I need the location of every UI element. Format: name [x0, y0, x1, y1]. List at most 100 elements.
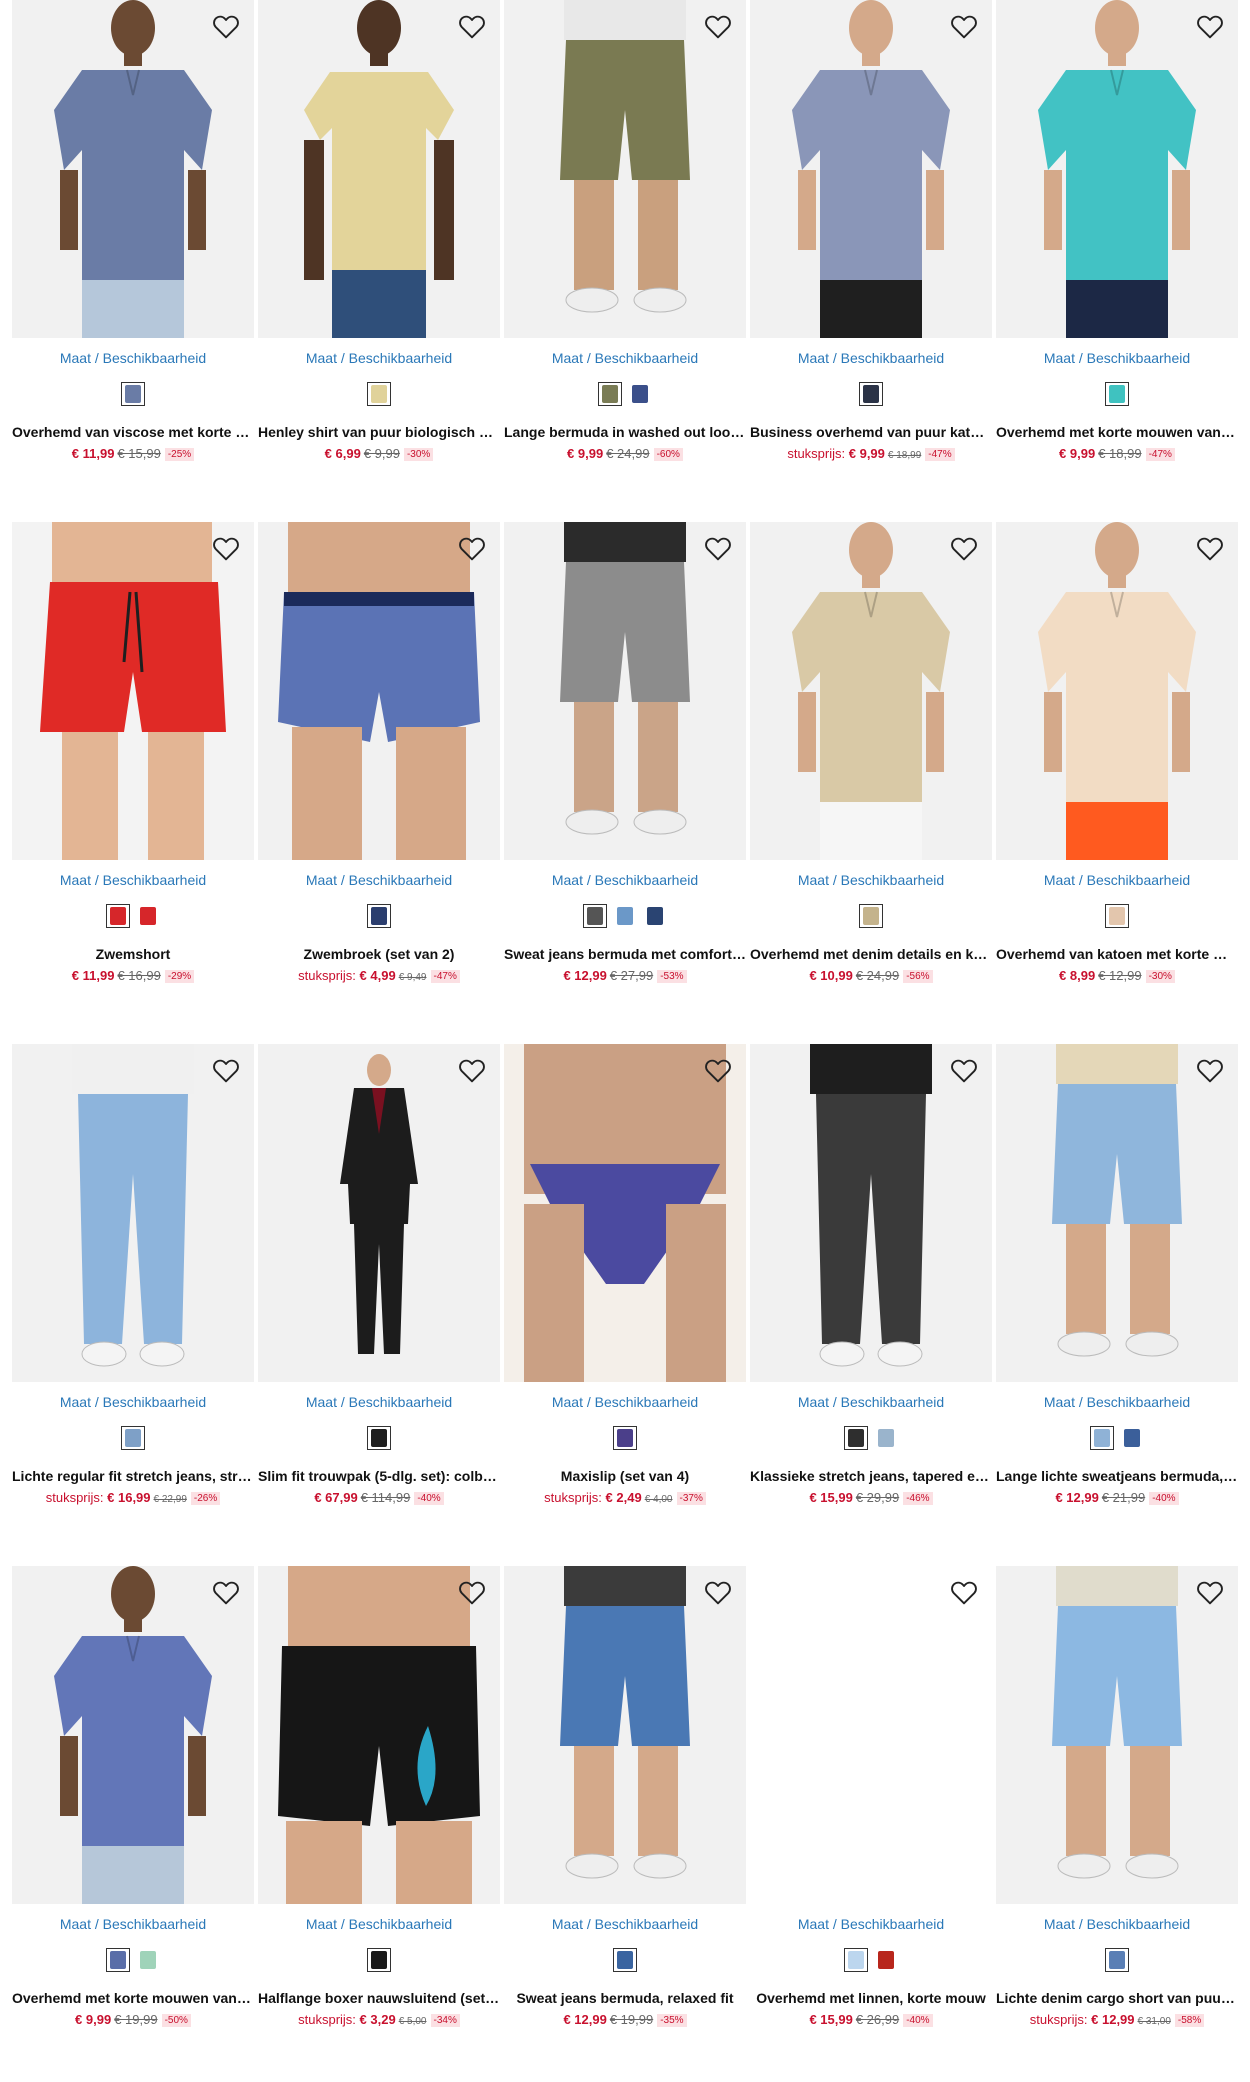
- product-image[interactable]: [12, 0, 254, 338]
- color-swatch[interactable]: [136, 904, 160, 928]
- wishlist-heart-icon[interactable]: [210, 1054, 242, 1086]
- color-swatch[interactable]: [367, 904, 391, 928]
- product-image[interactable]: [258, 1044, 500, 1382]
- size-availability-link[interactable]: Maat / Beschikbaarheid: [750, 872, 992, 888]
- color-swatch[interactable]: [1105, 1948, 1129, 1972]
- color-swatch[interactable]: [859, 904, 883, 928]
- product-title[interactable]: Zwemshort: [12, 946, 254, 962]
- product-title[interactable]: Overhemd met korte mouwen van katoen: [996, 424, 1238, 440]
- size-availability-link[interactable]: Maat / Beschikbaarheid: [996, 1916, 1238, 1932]
- color-swatch[interactable]: [844, 1948, 868, 1972]
- product-title[interactable]: Maxislip (set van 4): [504, 1468, 746, 1484]
- product-title[interactable]: Lichte denim cargo short van puur katoen: [996, 1990, 1238, 2006]
- product-image[interactable]: [12, 1566, 254, 1904]
- size-availability-link[interactable]: Maat / Beschikbaarheid: [504, 1916, 746, 1932]
- wishlist-heart-icon[interactable]: [948, 10, 980, 42]
- color-swatch[interactable]: [121, 382, 145, 406]
- size-availability-link[interactable]: Maat / Beschikbaarheid: [258, 1394, 500, 1410]
- product-image[interactable]: [504, 1566, 746, 1904]
- product-image[interactable]: [504, 522, 746, 860]
- size-availability-link[interactable]: Maat / Beschikbaarheid: [504, 1394, 746, 1410]
- product-image[interactable]: [12, 522, 254, 860]
- size-availability-link[interactable]: Maat / Beschikbaarheid: [504, 872, 746, 888]
- wishlist-heart-icon[interactable]: [456, 1576, 488, 1608]
- color-swatch[interactable]: [1090, 1426, 1114, 1450]
- wishlist-heart-icon[interactable]: [1194, 10, 1226, 42]
- product-image[interactable]: [258, 1566, 500, 1904]
- size-availability-link[interactable]: Maat / Beschikbaarheid: [504, 350, 746, 366]
- product-title[interactable]: Klassieke stretch jeans, tapered en regu…: [750, 1468, 992, 1484]
- product-image[interactable]: [750, 1566, 992, 1904]
- size-availability-link[interactable]: Maat / Beschikbaarheid: [996, 350, 1238, 366]
- size-availability-link[interactable]: Maat / Beschikbaarheid: [12, 1394, 254, 1410]
- wishlist-heart-icon[interactable]: [210, 532, 242, 564]
- product-image[interactable]: [750, 0, 992, 338]
- color-swatch[interactable]: [613, 1948, 637, 1972]
- size-availability-link[interactable]: Maat / Beschikbaarheid: [12, 1916, 254, 1932]
- product-title[interactable]: Business overhemd van puur katoen: [750, 424, 992, 440]
- wishlist-heart-icon[interactable]: [702, 10, 734, 42]
- size-availability-link[interactable]: Maat / Beschikbaarheid: [258, 1916, 500, 1932]
- wishlist-heart-icon[interactable]: [702, 1576, 734, 1608]
- size-availability-link[interactable]: Maat / Beschikbaarheid: [750, 1916, 992, 1932]
- product-image[interactable]: [996, 1566, 1238, 1904]
- color-swatch[interactable]: [859, 382, 883, 406]
- product-title[interactable]: Sweat jeans bermuda met comfort stretch: [504, 946, 746, 962]
- size-availability-link[interactable]: Maat / Beschikbaarheid: [258, 872, 500, 888]
- color-swatch[interactable]: [121, 1426, 145, 1450]
- color-swatch[interactable]: [106, 1948, 130, 1972]
- product-title[interactable]: Overhemd met korte mouwen van viscose: [12, 1990, 254, 2006]
- color-swatch[interactable]: [874, 1948, 898, 1972]
- product-title[interactable]: Zwembroek (set van 2): [258, 946, 500, 962]
- size-availability-link[interactable]: Maat / Beschikbaarheid: [12, 872, 254, 888]
- wishlist-heart-icon[interactable]: [1194, 532, 1226, 564]
- color-swatch[interactable]: [613, 904, 637, 928]
- size-availability-link[interactable]: Maat / Beschikbaarheid: [750, 1394, 992, 1410]
- wishlist-heart-icon[interactable]: [948, 1576, 980, 1608]
- product-title[interactable]: Henley shirt van puur biologisch katoen: [258, 424, 500, 440]
- wishlist-heart-icon[interactable]: [456, 532, 488, 564]
- color-swatch[interactable]: [598, 382, 622, 406]
- wishlist-heart-icon[interactable]: [1194, 1576, 1226, 1608]
- product-image[interactable]: [504, 0, 746, 338]
- color-swatch[interactable]: [367, 382, 391, 406]
- color-swatch[interactable]: [367, 1426, 391, 1450]
- color-swatch[interactable]: [1105, 382, 1129, 406]
- wishlist-heart-icon[interactable]: [948, 1054, 980, 1086]
- product-image[interactable]: [750, 1044, 992, 1382]
- product-image[interactable]: [12, 1044, 254, 1382]
- product-title[interactable]: Overhemd van katoen met korte mouwen: [996, 946, 1238, 962]
- wishlist-heart-icon[interactable]: [456, 1054, 488, 1086]
- color-swatch[interactable]: [613, 1426, 637, 1450]
- size-availability-link[interactable]: Maat / Beschikbaarheid: [996, 872, 1238, 888]
- color-swatch[interactable]: [844, 1426, 868, 1450]
- size-availability-link[interactable]: Maat / Beschikbaarheid: [12, 350, 254, 366]
- size-availability-link[interactable]: Maat / Beschikbaarheid: [258, 350, 500, 366]
- wishlist-heart-icon[interactable]: [210, 1576, 242, 1608]
- color-swatch[interactable]: [1120, 1426, 1144, 1450]
- product-title[interactable]: Overhemd van viscose met korte mouwen: [12, 424, 254, 440]
- product-title[interactable]: Lange lichte sweatjeans bermuda, regular…: [996, 1468, 1238, 1484]
- color-swatch[interactable]: [106, 904, 130, 928]
- color-swatch[interactable]: [643, 904, 667, 928]
- product-title[interactable]: Sweat jeans bermuda, relaxed fit: [504, 1990, 746, 2006]
- color-swatch[interactable]: [367, 1948, 391, 1972]
- product-image[interactable]: [996, 522, 1238, 860]
- product-title[interactable]: Halflange boxer nauwsluitend (set van 3): [258, 1990, 500, 2006]
- product-image[interactable]: [258, 522, 500, 860]
- wishlist-heart-icon[interactable]: [702, 1054, 734, 1086]
- product-image[interactable]: [750, 522, 992, 860]
- product-title[interactable]: Lichte regular fit stretch jeans, straig…: [12, 1468, 254, 1484]
- wishlist-heart-icon[interactable]: [1194, 1054, 1226, 1086]
- product-title[interactable]: Lange bermuda in washed out look, regula…: [504, 424, 746, 440]
- color-swatch[interactable]: [583, 904, 607, 928]
- wishlist-heart-icon[interactable]: [210, 10, 242, 42]
- color-swatch[interactable]: [136, 1948, 160, 1972]
- wishlist-heart-icon[interactable]: [948, 532, 980, 564]
- size-availability-link[interactable]: Maat / Beschikbaarheid: [750, 350, 992, 366]
- product-image[interactable]: [258, 0, 500, 338]
- wishlist-heart-icon[interactable]: [456, 10, 488, 42]
- product-title[interactable]: Overhemd met denim details en korte mouw…: [750, 946, 992, 962]
- wishlist-heart-icon[interactable]: [702, 532, 734, 564]
- color-swatch[interactable]: [628, 382, 652, 406]
